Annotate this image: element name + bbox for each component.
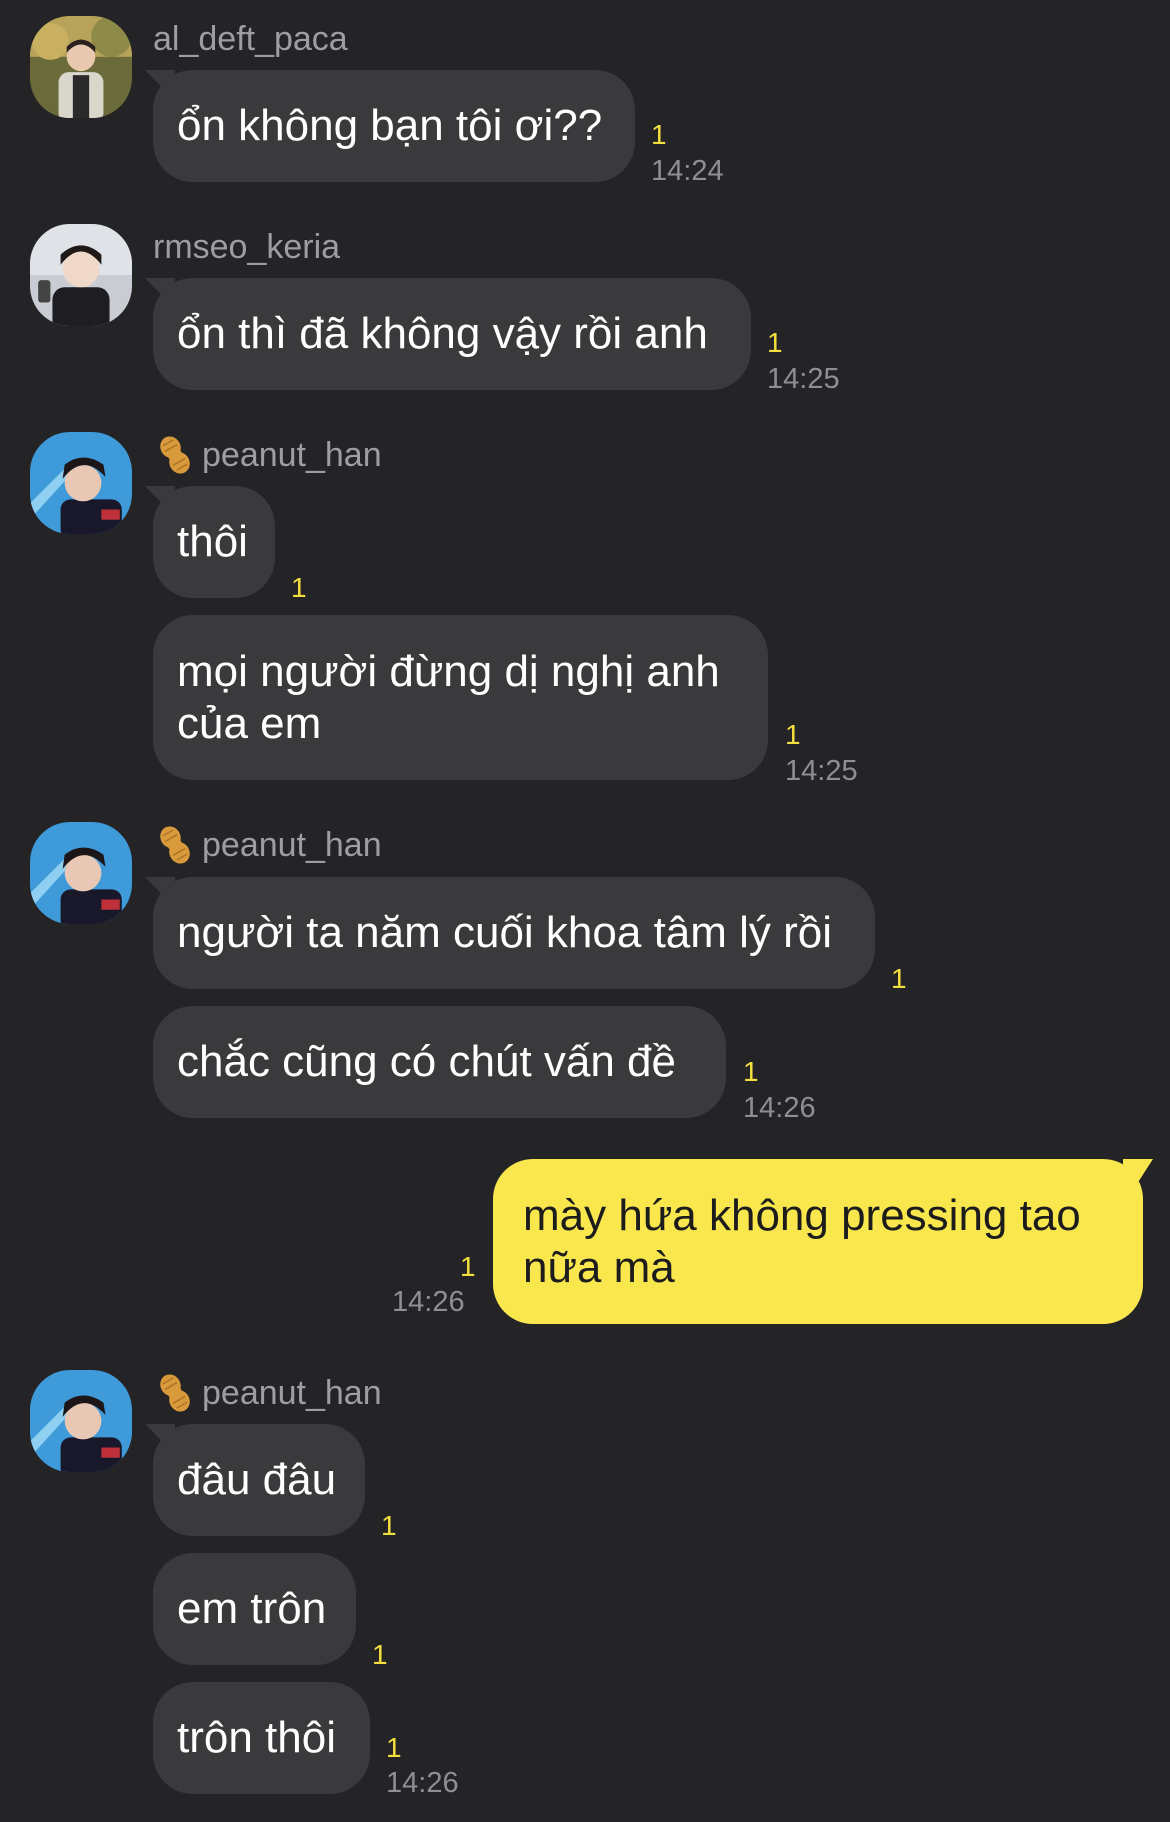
message-time: 14:24	[651, 155, 724, 187]
unread-count: 1	[386, 1732, 402, 1763]
message-bubble[interactable]: trôn thôi	[153, 1682, 370, 1794]
unread-count: 1	[291, 572, 307, 603]
message-bubble[interactable]: ổn thì đã không vậy rồi anh	[153, 278, 751, 390]
avatar-photo-icon	[30, 16, 132, 118]
sender-name: peanut_han	[153, 823, 382, 867]
avatar-peanut-han[interactable]	[30, 432, 132, 534]
unread-count: 1	[372, 1639, 388, 1670]
outgoing-message-bubble[interactable]: mày hứa không pressing tao nữa mà	[493, 1159, 1143, 1324]
avatar-peanut-han[interactable]	[30, 822, 132, 924]
message-time: 14:26	[743, 1092, 816, 1124]
unread-count: 1	[460, 1251, 476, 1282]
sender-name: al_deft_paca	[153, 20, 348, 58]
avatar-photo-icon	[30, 432, 132, 534]
unread-count: 1	[785, 719, 801, 750]
unread-count: 1	[767, 327, 783, 358]
avatar-rmseo-keria[interactable]	[30, 224, 132, 326]
message-time: 14:25	[785, 755, 858, 787]
peanut-icon	[153, 823, 197, 867]
message-bubble[interactable]: ổn không bạn tôi ơi??	[153, 70, 635, 182]
message-bubble[interactable]: em trôn	[153, 1553, 356, 1665]
avatar-photo-icon	[30, 224, 132, 326]
sender-name: rmseo_keria	[153, 228, 341, 266]
message-time: 14:26	[392, 1286, 465, 1318]
message-bubble[interactable]: người ta năm cuối khoa tâm lý rồi	[153, 877, 875, 989]
avatar-photo-icon	[30, 822, 132, 924]
message-time: 14:26	[386, 1767, 459, 1799]
unread-count: 1	[743, 1056, 759, 1087]
peanut-icon	[153, 433, 197, 477]
sender-name: peanut_han	[153, 1371, 382, 1415]
message-bubble[interactable]: mọi người đừng dị nghị anh của em	[153, 615, 768, 780]
message-bubble[interactable]: đâu đâu	[153, 1424, 365, 1536]
unread-count: 1	[891, 963, 907, 994]
avatar-peanut-han[interactable]	[30, 1370, 132, 1472]
unread-count: 1	[651, 119, 667, 150]
unread-count: 1	[381, 1510, 397, 1541]
peanut-icon	[153, 1371, 197, 1415]
sender-name: peanut_han	[153, 433, 382, 477]
avatar-photo-icon	[30, 1370, 132, 1472]
message-time: 14:25	[767, 363, 840, 395]
avatar-al-deft-paca[interactable]	[30, 16, 132, 118]
message-bubble[interactable]: thôi	[153, 486, 275, 598]
message-bubble[interactable]: chắc cũng có chút vấn đề	[153, 1006, 726, 1118]
